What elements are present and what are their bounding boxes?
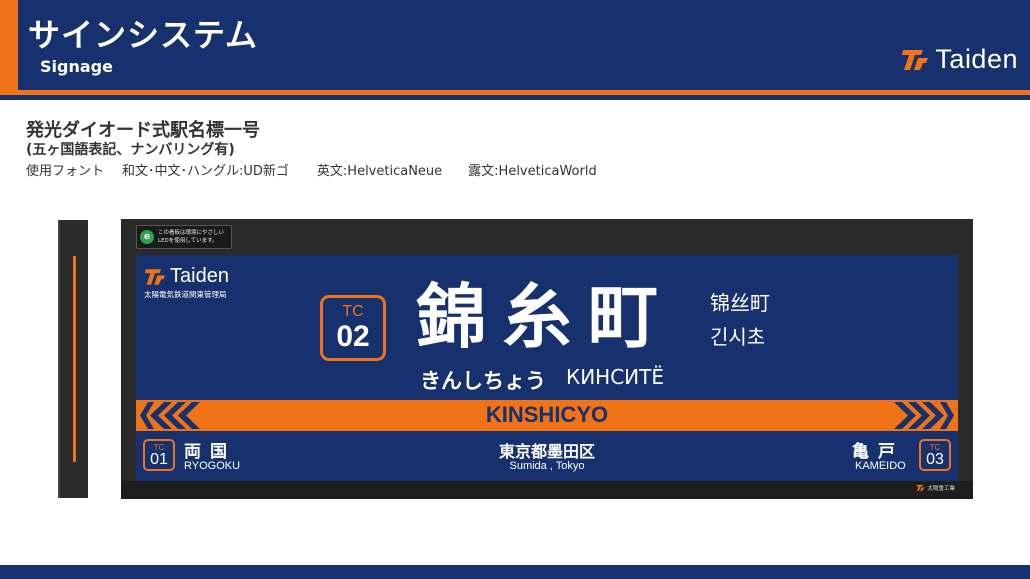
sign-bottom-bar	[121, 481, 973, 499]
station-numbering: TC 02	[320, 295, 386, 361]
maker-name: 太陽重工業	[927, 486, 955, 492]
maker-logo-icon	[916, 484, 925, 492]
eco-badge-line-1: この看板は環境にやさしい	[158, 230, 225, 236]
operator-block: Taiden 太陽電気鉄道関東管理局	[144, 265, 229, 300]
numbering-code: 02	[336, 320, 370, 353]
side-led-strip	[73, 256, 76, 462]
eco-leaf-icon: e	[140, 230, 154, 244]
brand-name: Taiden	[935, 44, 1018, 74]
operator-logo-icon	[145, 268, 165, 285]
sign-panel: Taiden 太陽電気鉄道関東管理局 TC 02 錦糸町 きんしちょう КИНС…	[136, 255, 958, 481]
station-sign: e この看板は環境にやさしい LEDを使用しています。 Taiden 太陽電気鉄…	[121, 219, 973, 499]
header-underline	[0, 90, 1030, 95]
location-ja: 東京都墨田区	[498, 442, 595, 461]
footer-bar	[0, 565, 1030, 579]
font-en: 英文:HelveticaNeue	[316, 164, 443, 179]
station-name-romaji: KINSHICYO	[485, 402, 609, 427]
eco-badge-line-2: LEDを使用しています。	[158, 238, 218, 244]
page-title: サインシステム	[28, 16, 259, 54]
station-name-russian: КИНСИТЁ	[566, 365, 664, 389]
brand-logo: Taiden	[901, 44, 1018, 75]
sign-type-subtitle: (五ヶ国語表記、ナンバリング有)	[26, 142, 235, 158]
operator-brand: Taiden	[170, 265, 229, 287]
station-name-kanji: 錦糸町	[416, 276, 674, 358]
operator-name: 太陽電気鉄道関東管理局	[144, 290, 227, 299]
maker-plate: 太陽重工業	[916, 484, 955, 492]
location-en: Sumida , Tokyo	[509, 460, 585, 472]
next-station-numbering: TC 03	[919, 439, 951, 471]
header-accent-stripe	[0, 0, 18, 90]
next-numbering-code: 03	[926, 450, 944, 468]
taiden-logo-icon	[902, 49, 929, 70]
font-ru: 露文:HelveticaWorld	[468, 164, 597, 179]
header-bar: サインシステム Signage Taiden	[0, 0, 1030, 100]
numbering-line: TC	[342, 303, 364, 320]
page-subtitle: Signage	[40, 57, 113, 76]
next-station-romaji: KAMEIDO	[855, 460, 906, 472]
sign-side-view	[58, 220, 88, 498]
chevron-right-icon	[894, 402, 954, 429]
station-name-kana: きんしちょう	[420, 369, 546, 393]
font-ja: 和文･中文･ハングル:UD新ゴ	[122, 164, 289, 179]
font-label: 使用フォント	[26, 164, 105, 179]
eco-badge: e この看板は環境にやさしい LEDを使用しています。	[136, 225, 232, 249]
font-info: 使用フォント 和文･中文･ハングル:UD新ゴ 英文:HelveticaNeue …	[26, 160, 597, 179]
next-station-kanji: 亀戸	[852, 442, 904, 462]
station-name-chinese: 锦丝町	[710, 291, 770, 315]
station-name-korean: 긴시초	[710, 325, 766, 349]
